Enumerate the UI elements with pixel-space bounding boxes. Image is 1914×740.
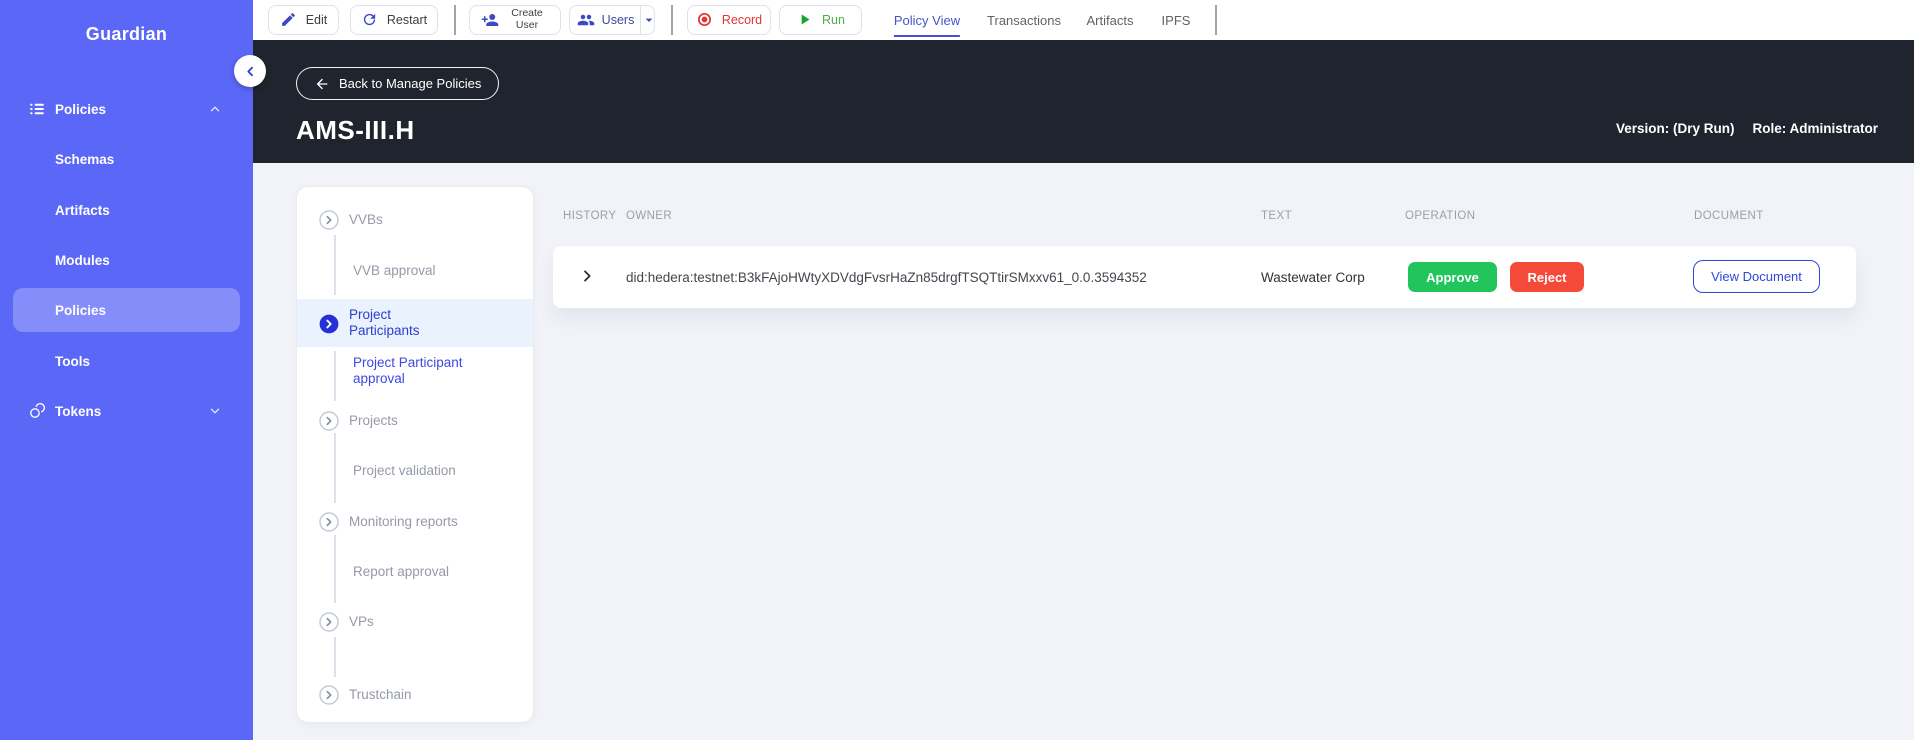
column-header-history: HISTORY <box>563 210 617 222</box>
column-header-operation: OPERATION <box>1405 210 1476 222</box>
users-icon <box>577 11 595 29</box>
tab-ipfs[interactable]: IPFS <box>1162 13 1191 35</box>
restart-button[interactable]: Restart <box>350 5 438 35</box>
toolbar-divider <box>671 5 673 35</box>
tree-connector <box>334 351 336 401</box>
chevron-down-icon <box>208 404 222 418</box>
circle-chevron-icon[interactable] <box>319 411 339 431</box>
app-logo: Guardian <box>85 24 168 44</box>
toolbar-divider <box>1215 5 1217 35</box>
run-button[interactable]: Run <box>779 5 862 35</box>
users-dropdown-toggle[interactable] <box>640 6 657 34</box>
caret-down-icon <box>641 12 657 28</box>
circle-chevron-icon[interactable] <box>319 685 339 705</box>
sidebar-section-label: Policies <box>55 101 107 117</box>
tab-transactions[interactable]: Transactions <box>987 13 1061 35</box>
sidebar-collapse-button[interactable] <box>234 55 266 87</box>
role-label: Role: Administrator <box>1752 121 1878 136</box>
tree-item-projects[interactable]: Projects <box>349 413 398 429</box>
record-button[interactable]: Record <box>687 5 771 35</box>
column-header-text: TEXT <box>1261 210 1292 222</box>
tree-item-vps[interactable]: VPs <box>349 614 374 630</box>
main-area: Edit Restart Create User Users Record Ru… <box>253 0 1914 740</box>
circle-chevron-icon[interactable] <box>319 210 339 230</box>
tree-item-project-participant-approval[interactable]: Project Participant approval <box>353 355 478 387</box>
chevron-left-icon <box>243 64 258 79</box>
circle-chevron-icon-selected[interactable] <box>319 314 339 334</box>
tree-item-report-approval[interactable]: Report approval <box>353 564 449 580</box>
coins-icon <box>28 402 46 420</box>
sidebar-section-label: Tokens <box>55 403 102 419</box>
users-button-main[interactable]: Users <box>567 6 641 34</box>
approve-button[interactable]: Approve <box>1408 262 1497 292</box>
content-area: VVBs VVB approval Project Participants P… <box>253 163 1914 740</box>
tree-item-monitoring-reports[interactable]: Monitoring reports <box>349 514 458 530</box>
edit-button[interactable]: Edit <box>268 5 339 35</box>
table-row: did:hedera:testnet:B3kFAjoHWtyXDVdgFvsrH… <box>553 246 1856 308</box>
tree-connector <box>334 235 336 295</box>
version-label: Version: (Dry Run) <box>1615 121 1735 136</box>
expand-row-button[interactable] <box>579 268 595 284</box>
sidebar-item-policies[interactable]: Policies <box>0 297 253 323</box>
column-header-owner: OWNER <box>626 210 673 222</box>
create-user-button[interactable]: Create User <box>469 5 561 35</box>
user-plus-icon <box>481 11 499 29</box>
tree-item-vvbs[interactable]: VVBs <box>349 212 383 228</box>
tree-item-project-participants[interactable]: Project Participants <box>349 307 444 339</box>
toolbar-divider <box>454 5 456 35</box>
tree-item-project-validation[interactable]: Project validation <box>353 463 456 479</box>
circle-chevron-icon[interactable] <box>319 512 339 532</box>
policy-header: Back to Manage Policies AMS-III.H Versio… <box>253 40 1914 163</box>
toolbar: Edit Restart Create User Users Record Ru… <box>253 0 1914 40</box>
tree-item-trustchain[interactable]: Trustchain <box>349 687 412 703</box>
chevron-up-icon <box>208 102 222 116</box>
users-button[interactable]: Users <box>569 5 655 35</box>
view-document-button[interactable]: View Document <box>1693 260 1820 293</box>
sidebar-section-policies[interactable]: Policies <box>0 96 253 122</box>
tab-policy-view[interactable]: Policy View <box>893 13 961 37</box>
sidebar-item-tools[interactable]: Tools <box>0 348 253 374</box>
record-icon <box>696 11 714 29</box>
sidebar: Guardian Policies Schemas Artifacts Modu… <box>0 0 253 740</box>
arrow-left-icon <box>314 76 330 92</box>
restart-icon <box>361 11 379 29</box>
list-icon <box>28 100 46 118</box>
play-icon <box>796 11 814 29</box>
pencil-icon <box>280 11 298 29</box>
page-title: AMS-III.H <box>296 115 415 145</box>
tree-connector <box>334 637 336 677</box>
sidebar-item-modules[interactable]: Modules <box>0 247 253 273</box>
reject-button[interactable]: Reject <box>1510 262 1584 292</box>
tree-connector <box>334 535 336 603</box>
sidebar-item-artifacts[interactable]: Artifacts <box>0 197 253 223</box>
tree-item-vvb-approval[interactable]: VVB approval <box>353 263 436 279</box>
circle-chevron-icon[interactable] <box>319 612 339 632</box>
tab-artifacts[interactable]: Artifacts <box>1087 13 1134 35</box>
policy-step-tree: VVBs VVB approval Project Participants P… <box>296 186 534 723</box>
column-header-document: DOCUMENT <box>1694 210 1764 222</box>
sidebar-section-tokens[interactable]: Tokens <box>0 398 253 424</box>
sidebar-item-schemas[interactable]: Schemas <box>0 146 253 172</box>
tree-connector <box>334 433 336 503</box>
row-text: Wastewater Corp <box>1261 270 1365 285</box>
back-to-manage-policies-button[interactable]: Back to Manage Policies <box>296 67 500 100</box>
owner-did: did:hedera:testnet:B3kFAjoHWtyXDVdgFvsrH… <box>626 270 1147 285</box>
